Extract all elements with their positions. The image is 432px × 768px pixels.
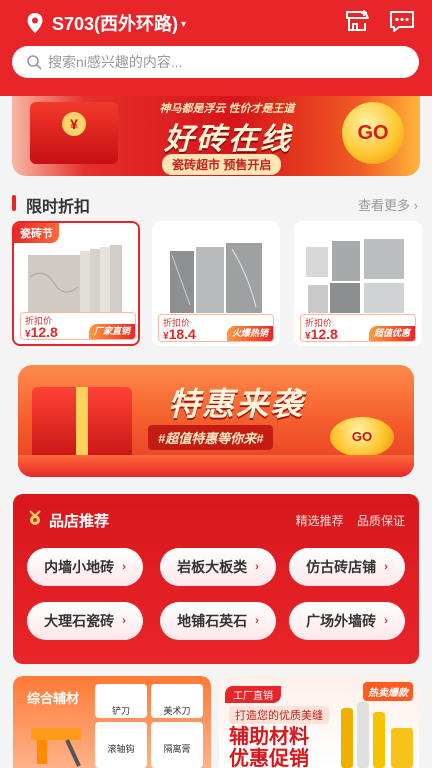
coin-go-image: GO <box>330 417 394 457</box>
store-recommend-panel: 品店推荐 精选推荐 品质保证 内墙小地砖 › 岩板大板类 › 仿古砖店铺 › 大理石瓷… <box>13 494 419 664</box>
price-value: ¥12.8 <box>25 324 58 340</box>
flash-sale-header: 限时折扣 查看更多 › <box>12 192 420 216</box>
chevron-right-icon: › <box>384 561 388 573</box>
category-chip[interactable]: 岩板大板类 › <box>160 548 276 586</box>
product-card[interactable]: 折扣价 ¥18.4 火爆热销 <box>152 221 280 346</box>
price-tag: 火爆热销 <box>226 326 273 341</box>
price-box: 折扣价 ¥12.8 厂家直销 <box>20 312 136 340</box>
promo-title: 好砖在线 <box>164 123 292 156</box>
price-box: 折扣价 ¥18.4 火爆热销 <box>158 314 274 342</box>
panel-header: 品店推荐 精选推荐 品质保证 <box>13 494 419 536</box>
factory-subtitle: 打造您的优质美缝 <box>229 706 329 724</box>
price-value: ¥12.8 <box>305 326 338 342</box>
tool-item: 隔离膏 <box>151 722 203 768</box>
promo-subtitle: 瓷砖超市 预售开启 <box>162 154 282 175</box>
promo-go-button[interactable]: GO <box>342 102 404 164</box>
chevron-right-icon: › <box>255 615 259 627</box>
message-icon[interactable] <box>388 8 416 34</box>
tool-item: 美术刀 <box>151 684 203 718</box>
tool-item: 滚轴钩 <box>95 722 147 768</box>
section-accent-bar <box>12 195 16 211</box>
location-selector[interactable]: S703(西外环路) ▾ <box>26 10 186 36</box>
search-placeholder: 搜索ni感兴趣的内容... <box>48 54 183 70</box>
caulk-gun-image <box>31 728 81 767</box>
price-tag: 厂家直销 <box>88 324 135 339</box>
category-chip[interactable]: 地铺石英石 › <box>160 602 276 640</box>
link-quality[interactable]: 品质保证 <box>357 514 405 528</box>
link-featured[interactable]: 精选推荐 <box>296 514 344 528</box>
view-more-link[interactable]: 查看更多 › <box>358 195 418 214</box>
medal-icon <box>29 510 41 525</box>
materials-title: 综合辅材 <box>27 691 80 706</box>
chevron-right-icon: › <box>122 561 126 573</box>
location-text: S703(西外环路) <box>52 14 179 34</box>
app-header: S703(西外环路) ▾ 搜索ni感兴趣的内容... <box>0 0 432 96</box>
tile-collection-image <box>306 239 404 313</box>
product-badge: 瓷砖节 <box>14 223 59 243</box>
special-sale-banner[interactable]: 特惠来袭 #超值特惠等你来# GO <box>18 365 414 477</box>
price-value: ¥18.4 <box>163 326 196 342</box>
tool-item: 铲刀 <box>95 684 147 718</box>
section-title: 限时折扣 <box>26 199 91 216</box>
banner-stage <box>18 455 414 477</box>
search-input[interactable]: 搜索ni感兴趣的内容... <box>12 46 419 78</box>
banner-title: 特惠来袭 <box>167 386 304 422</box>
price-box: 折扣价 ¥12.8 超值优惠 <box>300 314 416 342</box>
red-envelope-image <box>30 102 118 164</box>
materials-card[interactable]: 综合辅材 铲刀 美术刀 滚轴钩 隔离膏 <box>13 676 211 768</box>
chevron-right-icon: › <box>384 615 388 627</box>
category-chip[interactable]: 广场外墙砖 › <box>289 602 405 640</box>
panel-links: 精选推荐 品质保证 <box>286 512 405 529</box>
marble-tile-image <box>28 245 122 313</box>
location-pin-icon <box>27 13 43 33</box>
banner-subtitle: #超值特惠等你来# <box>148 425 274 450</box>
panel-title: 品店推荐 <box>49 513 110 530</box>
factory-pill: 工厂直销 <box>225 686 281 703</box>
factory-title: 辅助材料 优惠促销 <box>229 726 309 768</box>
category-chip[interactable]: 仿古砖店铺 › <box>289 548 405 586</box>
store-icon[interactable] <box>344 8 372 34</box>
promo-banner[interactable]: 神马都是浮云 性价才是王道 好砖在线 瓷砖超市 预售开启 GO <box>12 96 420 176</box>
flash-sale-list: 瓷砖节 折扣价 ¥12.8 厂家直销 折扣价 ¥18.4 火爆热销 折扣价 ¥1… <box>12 221 422 346</box>
factory-sale-card[interactable]: 工厂直销 热卖爆款 打造您的优质美缝 辅助材料 优惠促销 <box>219 676 419 768</box>
gift-box-image <box>32 387 132 459</box>
chevron-right-icon: › <box>255 561 259 573</box>
price-tag: 超值优惠 <box>368 326 415 341</box>
chevron-right-icon: › <box>122 615 126 627</box>
grey-tile-image <box>170 243 262 313</box>
sealant-tubes-image <box>341 702 413 768</box>
product-card[interactable]: 瓷砖节 折扣价 ¥12.8 厂家直销 <box>12 221 140 346</box>
chevron-down-icon: ▾ <box>181 18 187 30</box>
chevron-right-icon: › <box>413 198 418 213</box>
product-card[interactable]: 折扣价 ¥12.8 超值优惠 <box>294 221 422 346</box>
search-icon <box>27 55 42 70</box>
category-chip[interactable]: 大理石瓷砖 › <box>27 602 143 640</box>
category-chip[interactable]: 内墙小地砖 › <box>27 548 143 586</box>
